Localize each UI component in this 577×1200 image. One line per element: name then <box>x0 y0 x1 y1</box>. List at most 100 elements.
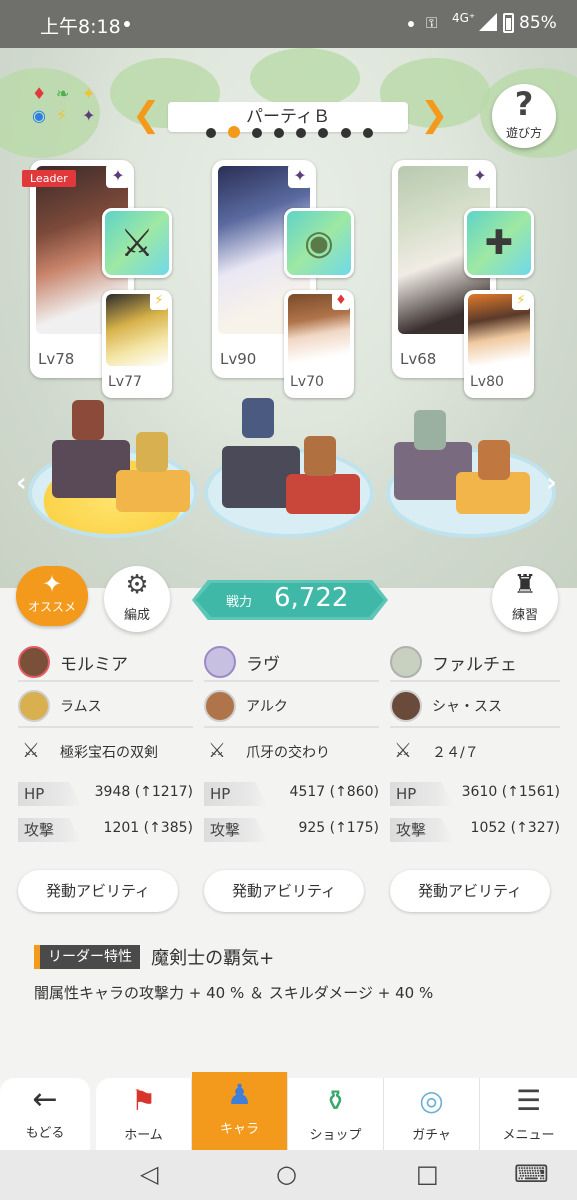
party-dot[interactable] <box>206 128 216 138</box>
tab-menu[interactable]: ☰ メニュー <box>480 1078 577 1150</box>
character-sprite[interactable] <box>242 398 274 438</box>
staff-weapon-icon: ✚ <box>484 223 514 263</box>
party-slot-3[interactable]: ✦ Lv68 ✚ ⚡ Lv80 <box>392 160 534 406</box>
tab-home[interactable]: ⚑ ホーム <box>96 1078 192 1150</box>
system-navigation-bar: ◁ ○ □ ⌨ <box>0 1150 577 1200</box>
sub-character-row[interactable]: シャ・スス <box>390 682 560 728</box>
back-triangle-icon[interactable]: ◁ <box>140 1160 158 1188</box>
tab-gacha[interactable]: ◎ ガチャ <box>384 1078 480 1150</box>
weapon-row[interactable]: ⚔ 爪牙の交わり <box>204 728 379 774</box>
sub-character-avatar <box>18 690 50 722</box>
light-element-icon: ✦ <box>82 84 96 103</box>
attack-stat: 攻撃 1052 (↑327) <box>390 814 560 846</box>
sub-character-card[interactable]: ♦ Lv70 <box>284 290 354 398</box>
character-avatar <box>390 646 422 678</box>
party-dot[interactable] <box>362 128 373 138</box>
ability-button[interactable]: 発動アビリティ <box>18 870 178 912</box>
party-dot[interactable] <box>274 128 285 138</box>
training-button[interactable]: ♜ 練習 <box>492 566 558 632</box>
battery-percent: 85% <box>519 13 557 33</box>
weapon-slot[interactable]: ✚ <box>464 208 534 278</box>
recents-square-icon[interactable]: □ <box>416 1160 439 1188</box>
main-character-row[interactable]: ファルチェ <box>390 644 560 682</box>
sub-character-card[interactable]: ⚡ Lv80 <box>464 290 534 398</box>
party-slot-1[interactable]: ✦ Lv78 Leader ⚔ ⚡ Lv77 <box>22 160 172 406</box>
leader-badge: Leader <box>22 170 76 187</box>
party-dot[interactable] <box>318 128 329 138</box>
weapon-slot[interactable]: ⚔ <box>102 208 172 278</box>
training-dummy-icon: ♜ <box>513 570 537 600</box>
party-dot[interactable] <box>296 128 307 138</box>
character-icon: ♟ <box>226 1078 253 1111</box>
main-character-row[interactable]: ラヴ <box>204 644 379 682</box>
sub-character-card[interactable]: ⚡ Lv77 <box>102 290 172 398</box>
sub-character-row[interactable]: アルク <box>204 682 379 728</box>
network-type: 4G⁺ <box>452 11 476 25</box>
tab-label: メニュー <box>502 1128 555 1143</box>
home-circle-icon[interactable]: ○ <box>276 1160 297 1188</box>
sub-level: Lv80 <box>470 374 504 390</box>
prev-party-arrow[interactable]: ❮ <box>132 98 161 134</box>
character-sprite[interactable] <box>414 410 446 450</box>
main-level: Lv68 <box>400 350 437 368</box>
hp-label: HP <box>390 782 454 806</box>
twin-swords-icon: ⚔ <box>119 221 155 265</box>
party-dot-active[interactable] <box>228 126 241 138</box>
fire-element-icon: ♦ <box>32 84 47 103</box>
power-display: 戦力 6,722 <box>192 580 388 620</box>
back-label: もどる <box>25 1126 65 1141</box>
attack-value: 1201 (↑385) <box>103 820 193 836</box>
gamepad-icon[interactable]: ⌨ <box>514 1160 549 1188</box>
gear-person-icon: ⚙ <box>125 570 149 600</box>
weapon-slot[interactable]: ◉ <box>284 208 354 278</box>
recommend-label: オススメ <box>27 600 76 614</box>
next-party-arrow[interactable]: ❯ <box>420 98 449 134</box>
attack-value: 1052 (↑327) <box>470 820 560 836</box>
bottom-navigation: ← もどる ⚑ ホーム ♟ キャラ ⚱ ショップ ◎ ガチャ ☰ メニュー <box>0 1068 577 1150</box>
sub-character-row[interactable]: ラムス <box>18 682 193 728</box>
status-bar: 上午8:18 ⚿ 4G⁺ 85% <box>0 0 577 48</box>
weapon-name: 極彩宝石の双剣 <box>60 745 158 761</box>
ability-button[interactable]: 発動アビリティ <box>390 870 550 912</box>
character-sprite[interactable] <box>72 400 104 440</box>
character-sprite[interactable] <box>136 432 168 472</box>
sub-character-name: ラムス <box>60 699 102 715</box>
party-page-dots <box>206 123 380 142</box>
weapon-row[interactable]: ⚔ ２４/７ <box>390 728 560 774</box>
gacha-icon: ◎ <box>419 1084 444 1117</box>
weapon-row[interactable]: ⚔ 極彩宝石の双剣 <box>18 728 193 774</box>
leader-skill-description: 闇属性キャラの攻撃力 + 40 % ＆ スキルダメージ + 40 % <box>34 984 434 1002</box>
main-character-row[interactable]: モルミア <box>18 644 193 682</box>
leader-skill-name: 魔剣士の覇気+ <box>151 948 275 969</box>
attack-stat: 攻撃 1201 (↑385) <box>18 814 193 846</box>
tab-shop[interactable]: ⚱ ショップ <box>288 1078 384 1150</box>
pedestal-block <box>286 474 360 514</box>
character-column-3: ファルチェ シャ・スス ⚔ ２４/７ HP 3610 (↑1561) 攻撃 10… <box>390 644 560 912</box>
party-dot[interactable] <box>340 128 351 138</box>
hp-value: 3610 (↑1561) <box>461 784 560 800</box>
dark-element-icon: ✦ <box>106 164 130 188</box>
main-level: Lv78 <box>38 350 75 368</box>
help-button[interactable]: ? 遊び方 <box>492 84 556 148</box>
recommend-button[interactable]: ✦ オススメ <box>16 566 88 626</box>
sub-level: Lv77 <box>108 374 142 390</box>
party-slot-2[interactable]: ✦ Lv90 ◉ ♦ Lv70 <box>212 160 354 406</box>
ability-button[interactable]: 発動アビリティ <box>204 870 364 912</box>
scene-left-arrow[interactable]: ‹ <box>16 468 27 498</box>
thunder-element-icon: ⚡ <box>512 292 530 310</box>
scene-right-arrow[interactable]: › <box>546 468 557 498</box>
wind-element-icon: ❧ <box>56 84 70 103</box>
character-sprite[interactable] <box>304 436 336 476</box>
tab-chara[interactable]: ♟ キャラ <box>192 1072 288 1150</box>
character-sprite[interactable] <box>478 440 510 480</box>
formation-button[interactable]: ⚙ 編成 <box>104 566 170 632</box>
back-button[interactable]: ← もどる <box>0 1078 90 1150</box>
hp-value: 3948 (↑1217) <box>94 784 193 800</box>
question-icon: ? <box>514 85 534 123</box>
element-filter[interactable]: ♦ ❧ ✦ ◉ ⚡ ✦ <box>28 84 108 130</box>
dark-element-icon: ✦ <box>82 106 96 125</box>
party-dot[interactable] <box>252 128 263 138</box>
attack-label: 攻撃 <box>390 818 454 842</box>
sub-character-name: アルク <box>246 699 288 715</box>
main-level: Lv90 <box>220 350 257 368</box>
